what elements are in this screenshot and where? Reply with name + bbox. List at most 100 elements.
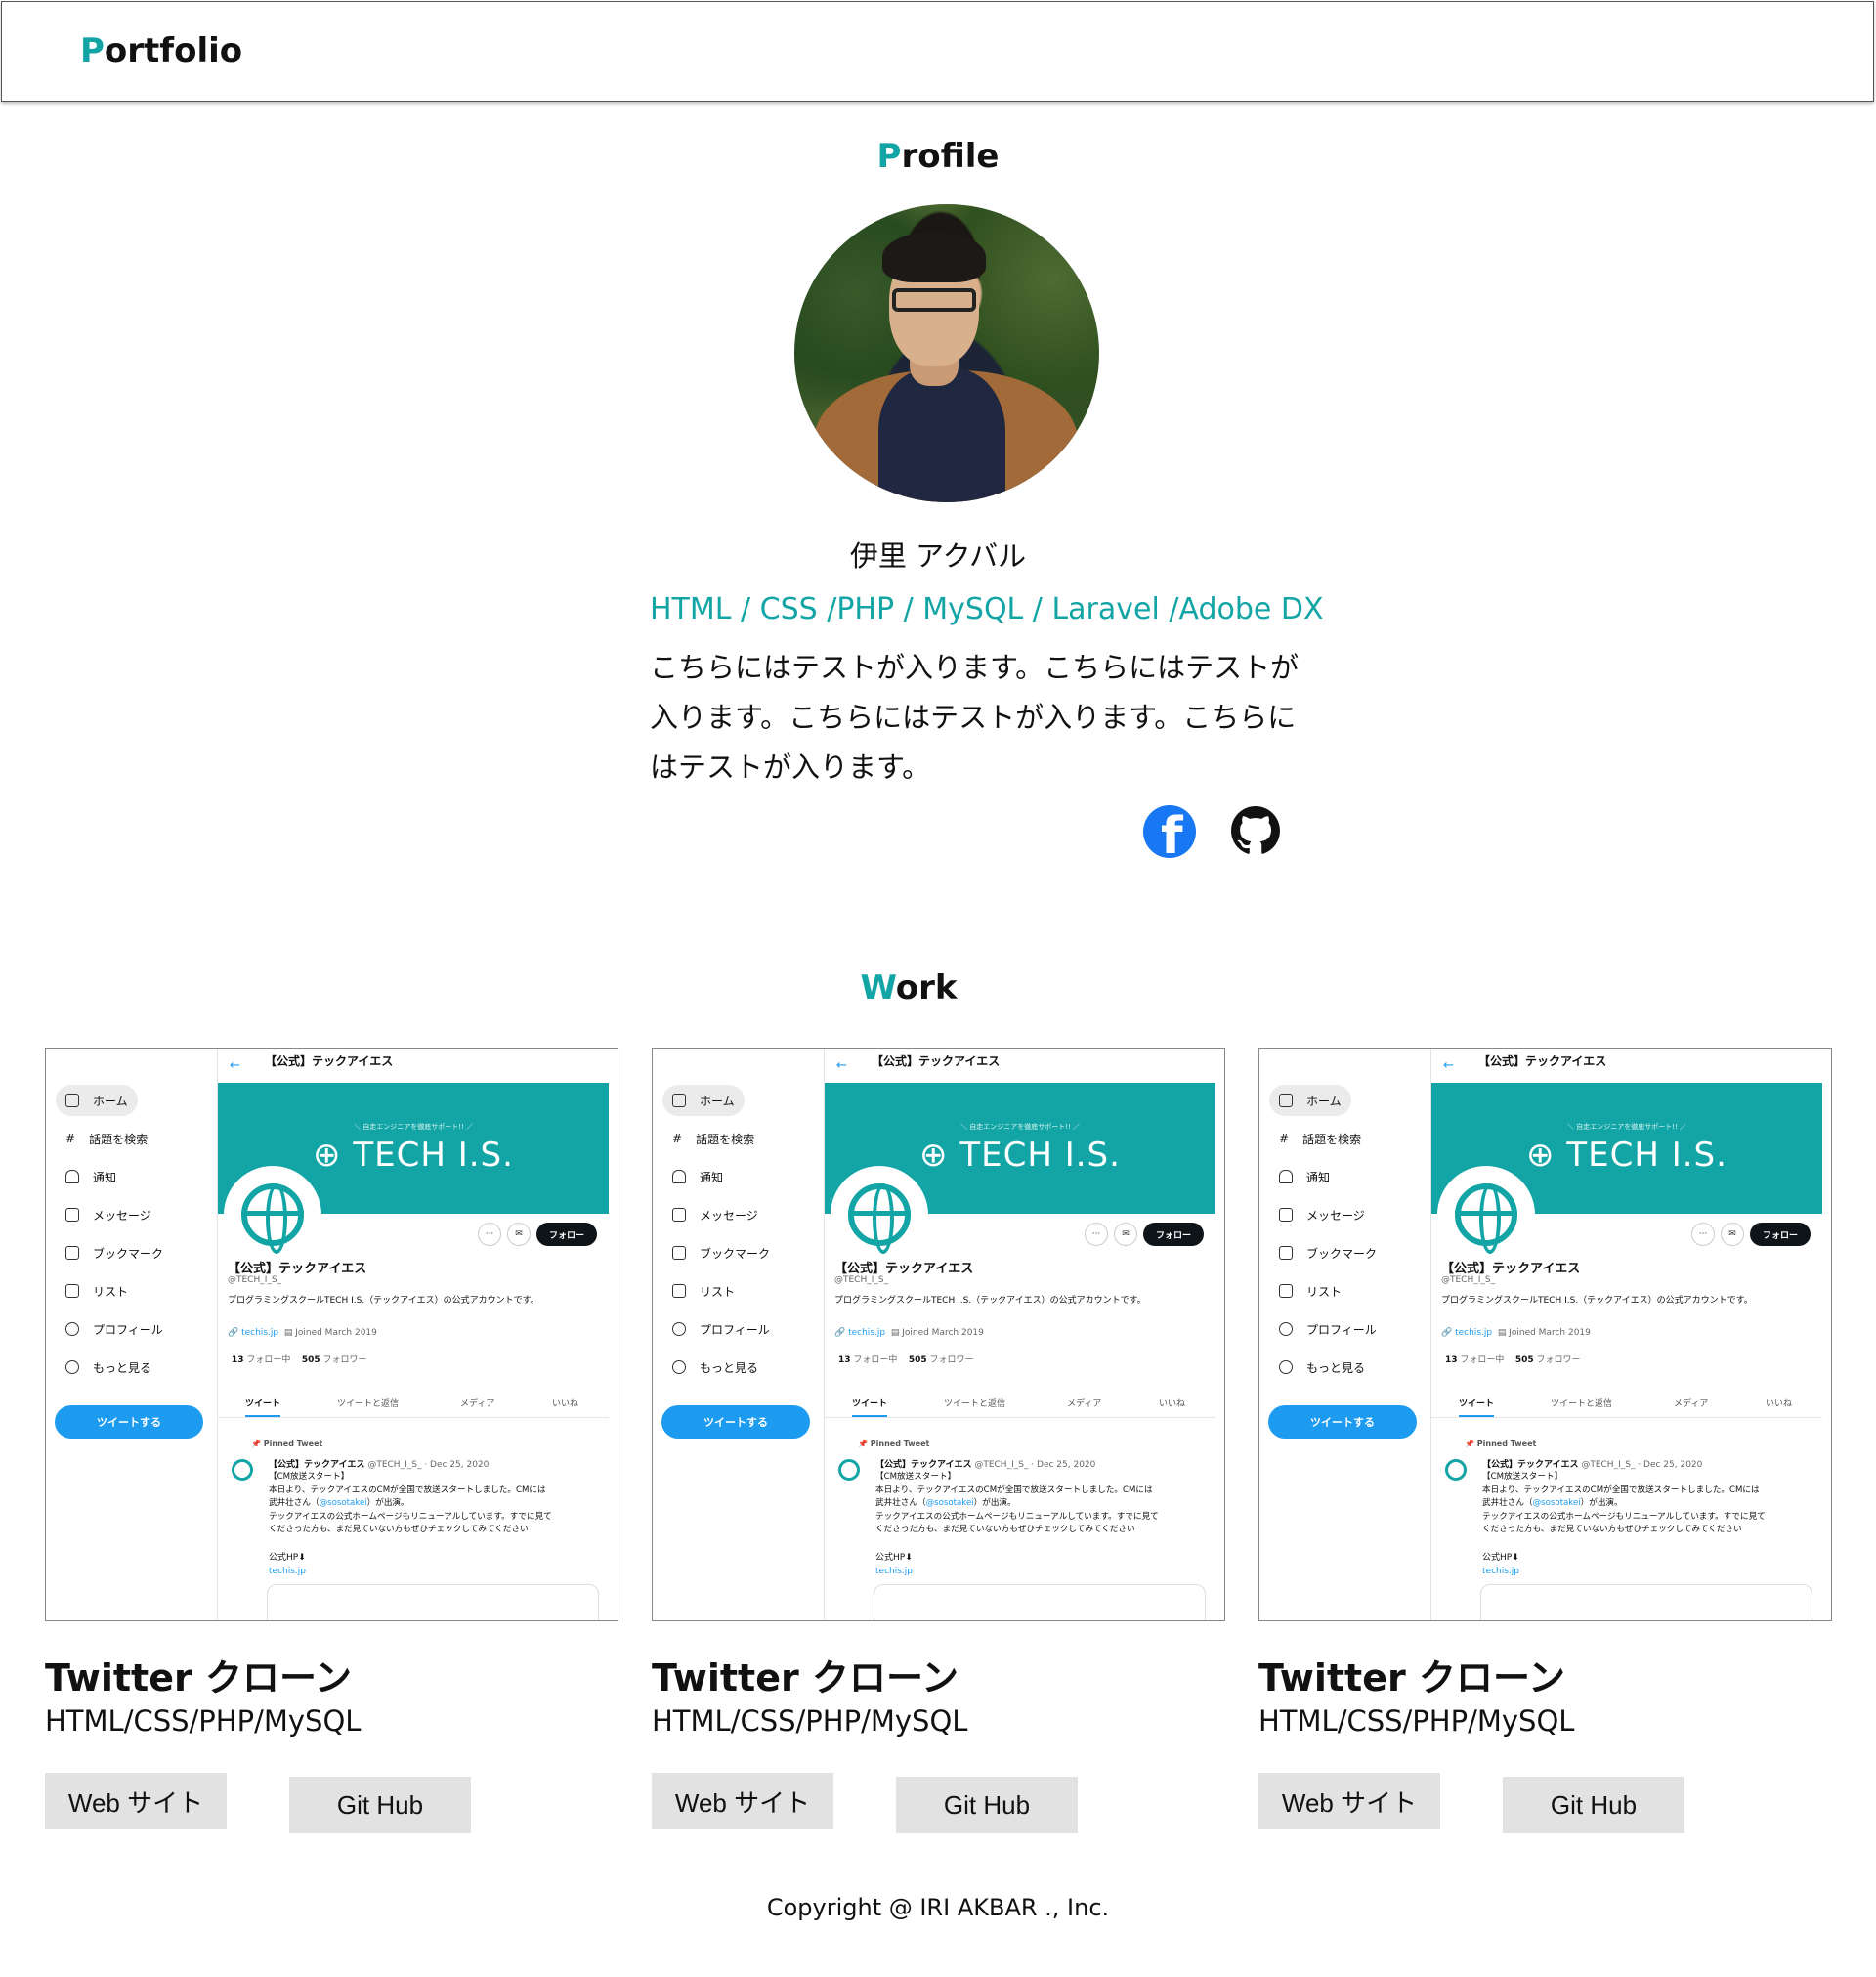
github-icon[interactable]	[1231, 806, 1280, 855]
shot-profile-description: プログラミングスクールTECH I.S.（テックアイエス）の公式アカウントです。	[228, 1296, 539, 1306]
pin-icon: 📌	[251, 1440, 261, 1448]
shot-profile-description: プログラミングスクールTECH I.S.（テックアイエス）の公式アカウントです。	[1441, 1296, 1753, 1306]
shot-followers-label: フォロワー	[929, 1355, 974, 1365]
shot-followers-label: フォロワー	[322, 1355, 367, 1365]
site-logo[interactable]: Portfolio	[80, 31, 242, 70]
calendar-icon: ▤	[890, 1328, 900, 1338]
shot-banner-logo-text: TECH I.S.	[959, 1136, 1121, 1175]
shot-tweet-body: 【CM放送スタート】 本日より、テックアイエスのCMが全国で放送スタートしました…	[875, 1471, 1208, 1537]
shot-tab: メディア	[1674, 1399, 1709, 1409]
shot-nav-item: ホーム	[662, 1085, 745, 1116]
shot-tab: メディア	[1067, 1399, 1102, 1409]
link-icon: 🔗	[228, 1328, 239, 1338]
globe-icon: ⊕	[313, 1136, 342, 1175]
shot-nav-label: ホーム	[93, 1094, 128, 1108]
work-card-tech: HTML/CSS/PHP/MySQL	[45, 1704, 362, 1738]
shot-tweet-author: 【公式】テックアイエス	[1482, 1460, 1579, 1470]
copyright-text: Copyright @ IRI AKBAR ., Inc.	[766, 1894, 1110, 1921]
shot-tweet-text: 武井壮さん（	[1482, 1498, 1533, 1509]
list-icon	[1279, 1284, 1293, 1298]
shot-profile-meta: 🔗 techis.jp ▤ Joined March 2019	[1441, 1328, 1591, 1338]
more-icon	[65, 1360, 79, 1374]
shot-nav-label: 通知	[1306, 1170, 1331, 1184]
shot-profile-avatar	[1437, 1166, 1535, 1264]
website-button[interactable]: Web サイト	[652, 1773, 833, 1829]
shot-nav-item: ブックマーク	[662, 1237, 780, 1268]
shot-tweet-hp: 公式HP⬇ techis.jp	[269, 1551, 306, 1578]
facebook-icon[interactable]: f	[1143, 805, 1196, 858]
shot-nav-item: プロフィール	[1269, 1313, 1386, 1345]
shot-followers-count: 505	[908, 1355, 927, 1365]
shot-sidebar: ホーム # 話題を検索 通知 メッセージ ブックマーク リスト プロフィール もっ…	[653, 1049, 825, 1620]
shot-tweet-head: 【公式】テックアイエス @TECH_I_S_ · Dec 25, 2020	[875, 1457, 1095, 1470]
shot-tweet-author: 【公式】テックアイエス	[875, 1460, 972, 1470]
shot-nav-item: 通知	[1269, 1161, 1340, 1192]
work-card-screenshot[interactable]: ホーム # 話題を検索 通知 メッセージ ブックマーク リスト プロフィール もっ…	[1258, 1048, 1832, 1621]
shot-tweet-embed	[267, 1584, 599, 1620]
shot-profile-counts: 13 フォロー中 505 フォロワー	[1445, 1353, 1581, 1365]
globe-icon	[1455, 1183, 1517, 1254]
shot-tweet-text: ）が出演。	[973, 1498, 1016, 1509]
website-button[interactable]: Web サイト	[45, 1773, 227, 1829]
globe-icon	[838, 1459, 860, 1481]
shot-top-title: 【公式】テックアイエス	[1478, 1054, 1607, 1068]
shot-nav-label: 通知	[93, 1170, 117, 1184]
shot-top-title: 【公式】テックアイエス	[265, 1054, 394, 1068]
home-icon	[672, 1094, 686, 1107]
shot-nav-label: もっと見る	[700, 1360, 759, 1375]
profile-icon	[672, 1322, 686, 1336]
shot-tweet-line: テックアイエスの公式ホームページもリニューアルしています。すでに見て	[1482, 1511, 1766, 1522]
shot-nav-label: ホーム	[1306, 1094, 1342, 1108]
shot-nav-item: もっと見る	[662, 1352, 768, 1383]
shot-site-link: techis.jp	[848, 1328, 886, 1338]
shot-nav-item: 通知	[662, 1161, 733, 1192]
work-card-screenshot[interactable]: ホーム # 話題を検索 通知 メッセージ ブックマーク リスト プロフィール もっ…	[652, 1048, 1225, 1621]
globe-icon: ⊕	[1526, 1136, 1556, 1175]
shot-nav-item: メッセージ	[1269, 1199, 1375, 1230]
work-card-title: Twitter クローン	[652, 1656, 959, 1699]
shot-nav-item: メッセージ	[56, 1199, 161, 1230]
shot-pinned-label: 📌 Pinned Tweet	[1465, 1440, 1536, 1448]
shot-tweet-line: 【CM放送スタート】	[269, 1472, 350, 1482]
github-button[interactable]: Git Hub	[1503, 1777, 1684, 1833]
shot-tab: ツイート	[245, 1397, 281, 1417]
github-button[interactable]: Git Hub	[289, 1777, 471, 1833]
shot-tweet-author: 【公式】テックアイエス	[269, 1460, 365, 1470]
shot-nav-label: メッセージ	[1306, 1208, 1365, 1223]
shot-profile-tabs: ツイート ツイートと返信 メディア いいね	[218, 1397, 609, 1418]
shot-following-label: フォロー中	[1460, 1355, 1505, 1365]
shot-tab: ツイート	[852, 1397, 888, 1417]
profile-icon	[65, 1322, 79, 1336]
shot-tweet-body: 【CM放送スタート】 本日より、テックアイエスのCMが全国で放送スタートしました…	[1482, 1471, 1814, 1537]
work-card-title: Twitter クローン	[45, 1656, 353, 1699]
shot-nav-label: ホーム	[700, 1094, 735, 1108]
shot-pinned-label: 📌 Pinned Tweet	[858, 1440, 929, 1448]
work-title-accent: W	[860, 968, 896, 1008]
shot-tweet-line: 【CM放送スタート】	[1482, 1472, 1563, 1482]
shot-nav-label: ブックマーク	[1306, 1246, 1378, 1261]
shot-nav-label: プロフィール	[93, 1322, 163, 1337]
shot-banner-sub: ＼ 自走エンジニアを徹底サポート!! ／	[959, 1123, 1081, 1131]
work-card-title: Twitter クローン	[1258, 1656, 1566, 1699]
more-icon: ···	[1085, 1223, 1108, 1246]
shot-tweet-line: テックアイエスの公式ホームページもリニューアルしています。すでに見て	[269, 1511, 552, 1522]
avatar-hoodie	[878, 368, 1005, 502]
work-card-screenshot[interactable]: ホーム # 話題を検索 通知 メッセージ ブックマーク リスト プロフィール もっ…	[45, 1048, 618, 1621]
shot-profile-handle: @TECH_I_S_	[228, 1275, 282, 1285]
shot-tab: ツイートと返信	[1551, 1399, 1613, 1409]
work-title-text: ork	[895, 968, 958, 1008]
shot-profile-tabs: ツイート ツイートと返信 メディア いいね	[825, 1397, 1215, 1418]
github-button[interactable]: Git Hub	[896, 1777, 1078, 1833]
shot-banner-sub: ＼ 自走エンジニアを徹底サポート!! ／	[1566, 1123, 1687, 1131]
list-icon	[672, 1284, 686, 1298]
hashtag-icon: #	[1279, 1132, 1290, 1145]
shot-tab: ツイートと返信	[337, 1399, 400, 1409]
profile-icon	[1279, 1322, 1293, 1336]
work-card-tech: HTML/CSS/PHP/MySQL	[1258, 1704, 1575, 1738]
shot-tweet-line: 本日より、テックアイエスのCMが全国で放送スタートしました。CMには	[269, 1484, 546, 1495]
shot-nav-label: ブックマーク	[700, 1246, 771, 1261]
shot-nav-label: リスト	[1306, 1284, 1343, 1299]
shot-tweet-embed	[1480, 1584, 1812, 1620]
website-button[interactable]: Web サイト	[1258, 1773, 1440, 1829]
shot-tweet-text: ）が出演。	[366, 1498, 409, 1509]
